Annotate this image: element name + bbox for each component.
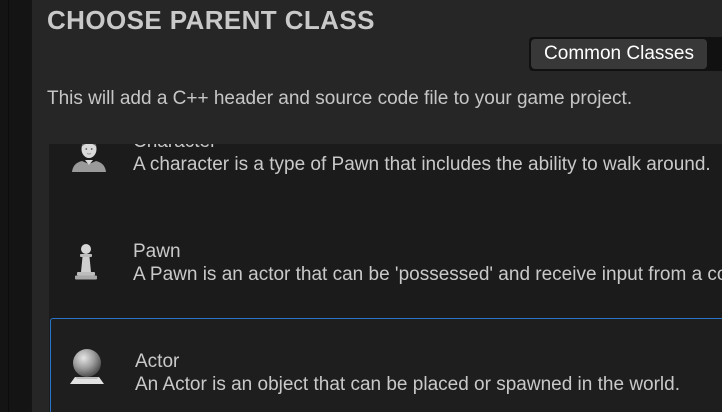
class-item-name: Actor (135, 351, 180, 372)
choose-parent-class-panel: CHOOSE PARENT CLASS Common Classes This … (32, 0, 722, 412)
class-item-description: A character is a type of Pawn that inclu… (133, 154, 711, 175)
pawn-icon (75, 244, 97, 280)
app-window: CHOOSE PARENT CLASS Common Classes This … (0, 0, 722, 412)
dialog-description: This will add a C++ header and source co… (47, 88, 633, 109)
class-list: Character A character is a type of Pawn … (49, 144, 722, 412)
class-item-character[interactable]: Character A character is a type of Pawn … (49, 144, 722, 238)
class-view-toggle: Common Classes (529, 37, 722, 71)
class-item-name: Pawn (133, 241, 181, 262)
actor-icon (70, 349, 104, 384)
gutter-divider (8, 0, 9, 412)
character-icon (72, 144, 106, 172)
class-item-actor[interactable]: Actor An Actor is an object that can be … (50, 318, 722, 412)
left-gutter (0, 0, 30, 412)
common-classes-button[interactable]: Common Classes (531, 39, 707, 69)
class-item-description: A Pawn is an actor that can be 'possesse… (133, 264, 722, 285)
class-item-description: An Actor is an object that can be placed… (135, 374, 680, 395)
class-item-pawn[interactable]: Pawn A Pawn is an actor that can be 'pos… (49, 238, 722, 314)
page-title: CHOOSE PARENT CLASS (47, 5, 375, 35)
class-item-name: Character (133, 144, 216, 153)
